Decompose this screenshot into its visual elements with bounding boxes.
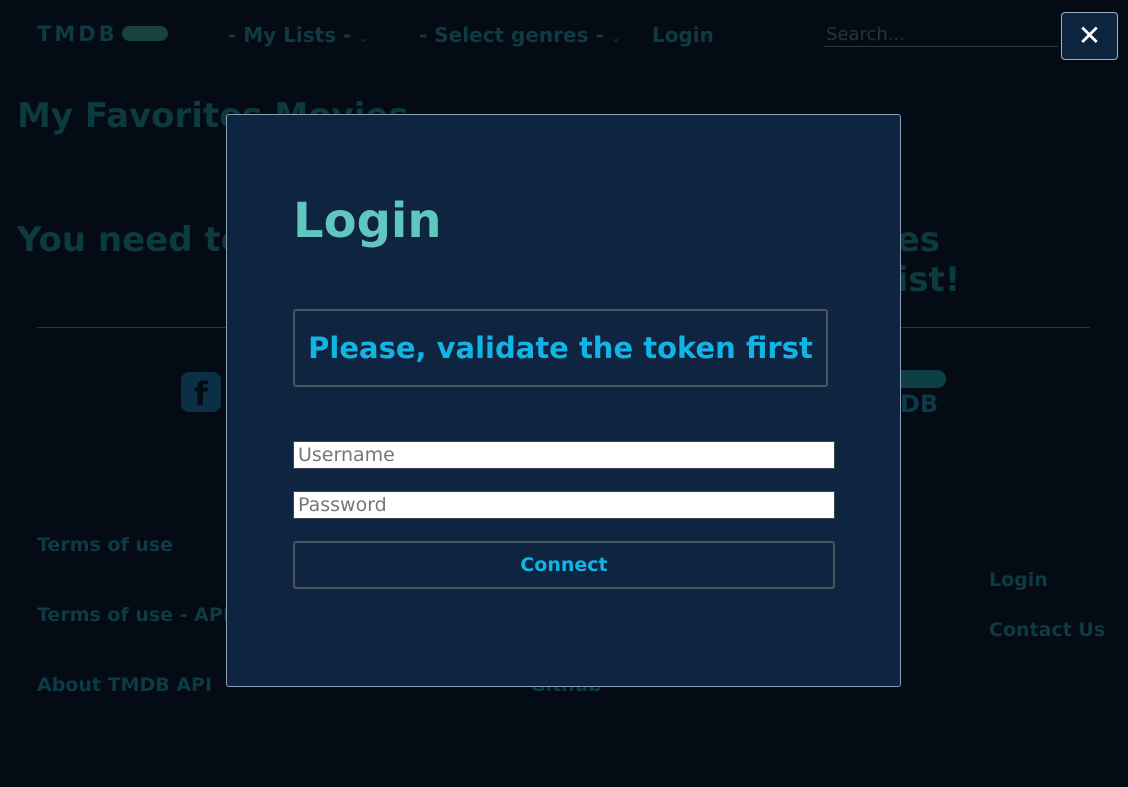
token-alert: Please, validate the token first: [293, 309, 828, 387]
username-field[interactable]: [293, 441, 835, 469]
login-modal: Login Please, validate the token first C…: [226, 114, 901, 687]
close-icon: ✕: [1077, 19, 1102, 52]
token-alert-text: Please, validate the token first: [308, 331, 813, 365]
password-field[interactable]: [293, 491, 835, 519]
connect-button[interactable]: Connect: [293, 541, 835, 589]
close-modal-button[interactable]: ✕: [1061, 12, 1118, 60]
modal-title: Login: [293, 193, 442, 249]
